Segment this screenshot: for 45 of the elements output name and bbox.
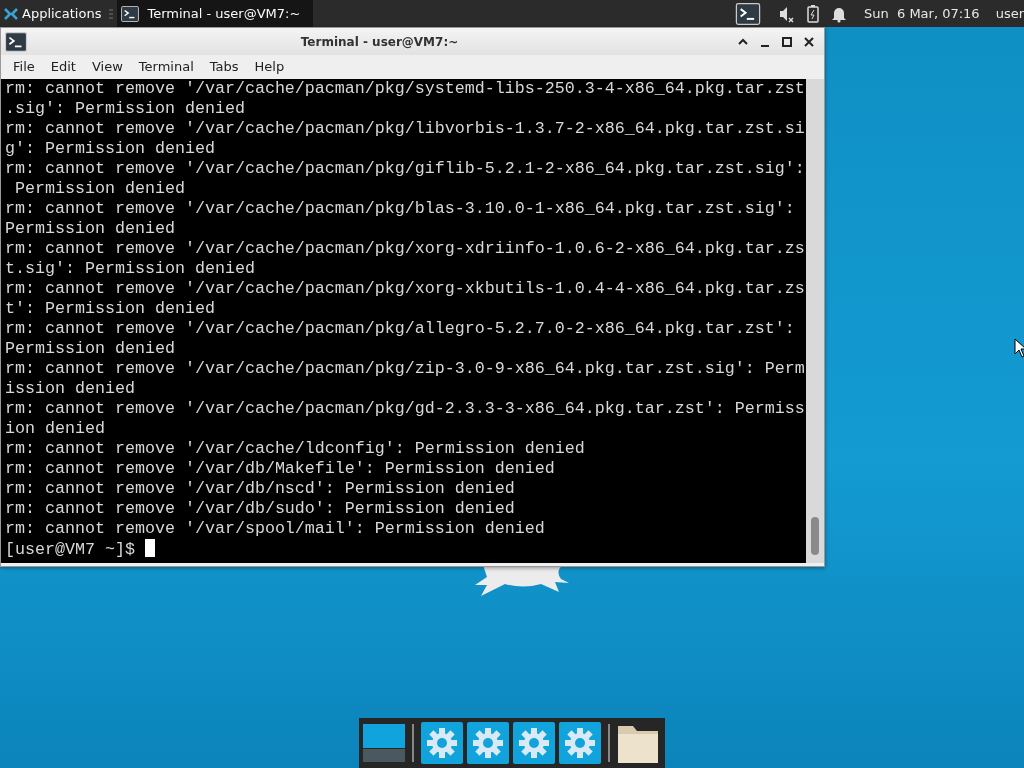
terminal-line: rm: cannot remove '/var/db/sudo': Permission denied: [5, 499, 516, 519]
terminal-line: rm: cannot remove '/var/cache/pacman/pkg/gd-2.3.3-3-x86_64.pkg.tar.zst': Permiss: [5, 399, 806, 419]
text-cursor: [144, 539, 155, 557]
terminal-line: t': Permission denied: [5, 299, 216, 319]
user-menu[interactable]: user: [995, 3, 1024, 24]
terminal-line: rm: cannot remove '/var/cache/pacman/pkg/libvorbis-1.3.7-2-x86_64.pkg.tar.zst.si: [5, 119, 806, 139]
terminal-line: rm: cannot remove '/var/db/nscd': Permission denied: [5, 479, 516, 499]
terminal-line: t.sig': Permission denied: [5, 259, 256, 279]
terminal-line: rm: cannot remove '/var/cache/ldconfig': Permission denied: [5, 439, 586, 459]
menu-item[interactable]: File: [5, 57, 43, 77]
terminal-line: rm: cannot remove '/var/cache/pacman/pkg/xorg-xdriinfo-1.0.6-2-x86_64.pkg.tar.zs: [5, 239, 806, 259]
menu-item[interactable]: Help: [246, 57, 293, 77]
terminal-icon[interactable]: [734, 2, 762, 25]
menu-logo-icon: [4, 6, 18, 21]
applications-menu-button[interactable]: Applications: [0, 6, 106, 21]
terminal-line: Permission denied: [14, 179, 186, 199]
terminal-line: rm: cannot remove '/var/cache/pacman/pkg/allegro-5.2.7.0-2-x86_64.pkg.tar.zst':: [5, 319, 796, 339]
show-desktop-icon[interactable]: [363, 722, 405, 764]
mouse-pointer-icon: [1014, 338, 1024, 358]
terminal-icon: [121, 5, 140, 22]
taskbar-button[interactable]: Terminal - user@VM7:~: [117, 0, 314, 27]
menu-item[interactable]: Terminal: [130, 57, 202, 77]
terminal-line: rm: cannot remove '/var/spool/mail': Permission denied: [5, 519, 546, 539]
terminal-icon: [5, 31, 27, 52]
menu-item[interactable]: Tabs: [201, 57, 247, 77]
terminal-prompt: [user@VM7 ~]$: [5, 540, 136, 559]
terminal-line: ission denied: [5, 379, 136, 399]
terminal-line: rm: cannot remove '/var/cache/pacman/pkg/giflib-5.2.1-2-x86_64.pkg.tar.zst.sig':: [5, 159, 806, 179]
terminal-line: g': Permission denied: [5, 139, 216, 159]
menu-item[interactable]: View: [83, 57, 131, 77]
terminal-line: rm: cannot remove '/var/cache/pacman/pkg/systemd-libs-250.3-4-x86_64.pkg.tar.zst: [5, 79, 806, 99]
window-title: Terminal - user@VM7:~: [300, 33, 459, 51]
battery-icon[interactable]: [804, 3, 822, 24]
scrollbar[interactable]: [806, 79, 824, 563]
terminal-line: Permission denied: [5, 219, 176, 239]
terminal-line: Permission denied: [5, 339, 176, 359]
terminal-line: rm: cannot remove '/var/cache/pacman/pkg/zip-3.0-9-x86_64.pkg.tar.zst.sig': Perm: [5, 359, 806, 379]
terminal-line: .sig': Permission denied: [5, 99, 246, 119]
terminal-line: rm: cannot remove '/var/cache/pacman/pkg/blas-3.10.0-1-x86_64.pkg.tar.zst.sig':: [5, 199, 796, 219]
scrollbar-thumb[interactable]: [811, 517, 819, 555]
terminal-line: rm: cannot remove '/var/cache/pacman/pkg/xorg-xkbutils-1.0.4-4-x86_64.pkg.tar.zs: [5, 279, 806, 299]
terminal-line: ion denied: [5, 419, 106, 439]
clock[interactable]: Sun 6 Mar, 07:16: [864, 3, 980, 24]
terminal-line: rm: cannot remove '/var/db/Makefile': Permission denied: [5, 459, 556, 479]
menu-item[interactable]: Edit: [42, 57, 84, 77]
